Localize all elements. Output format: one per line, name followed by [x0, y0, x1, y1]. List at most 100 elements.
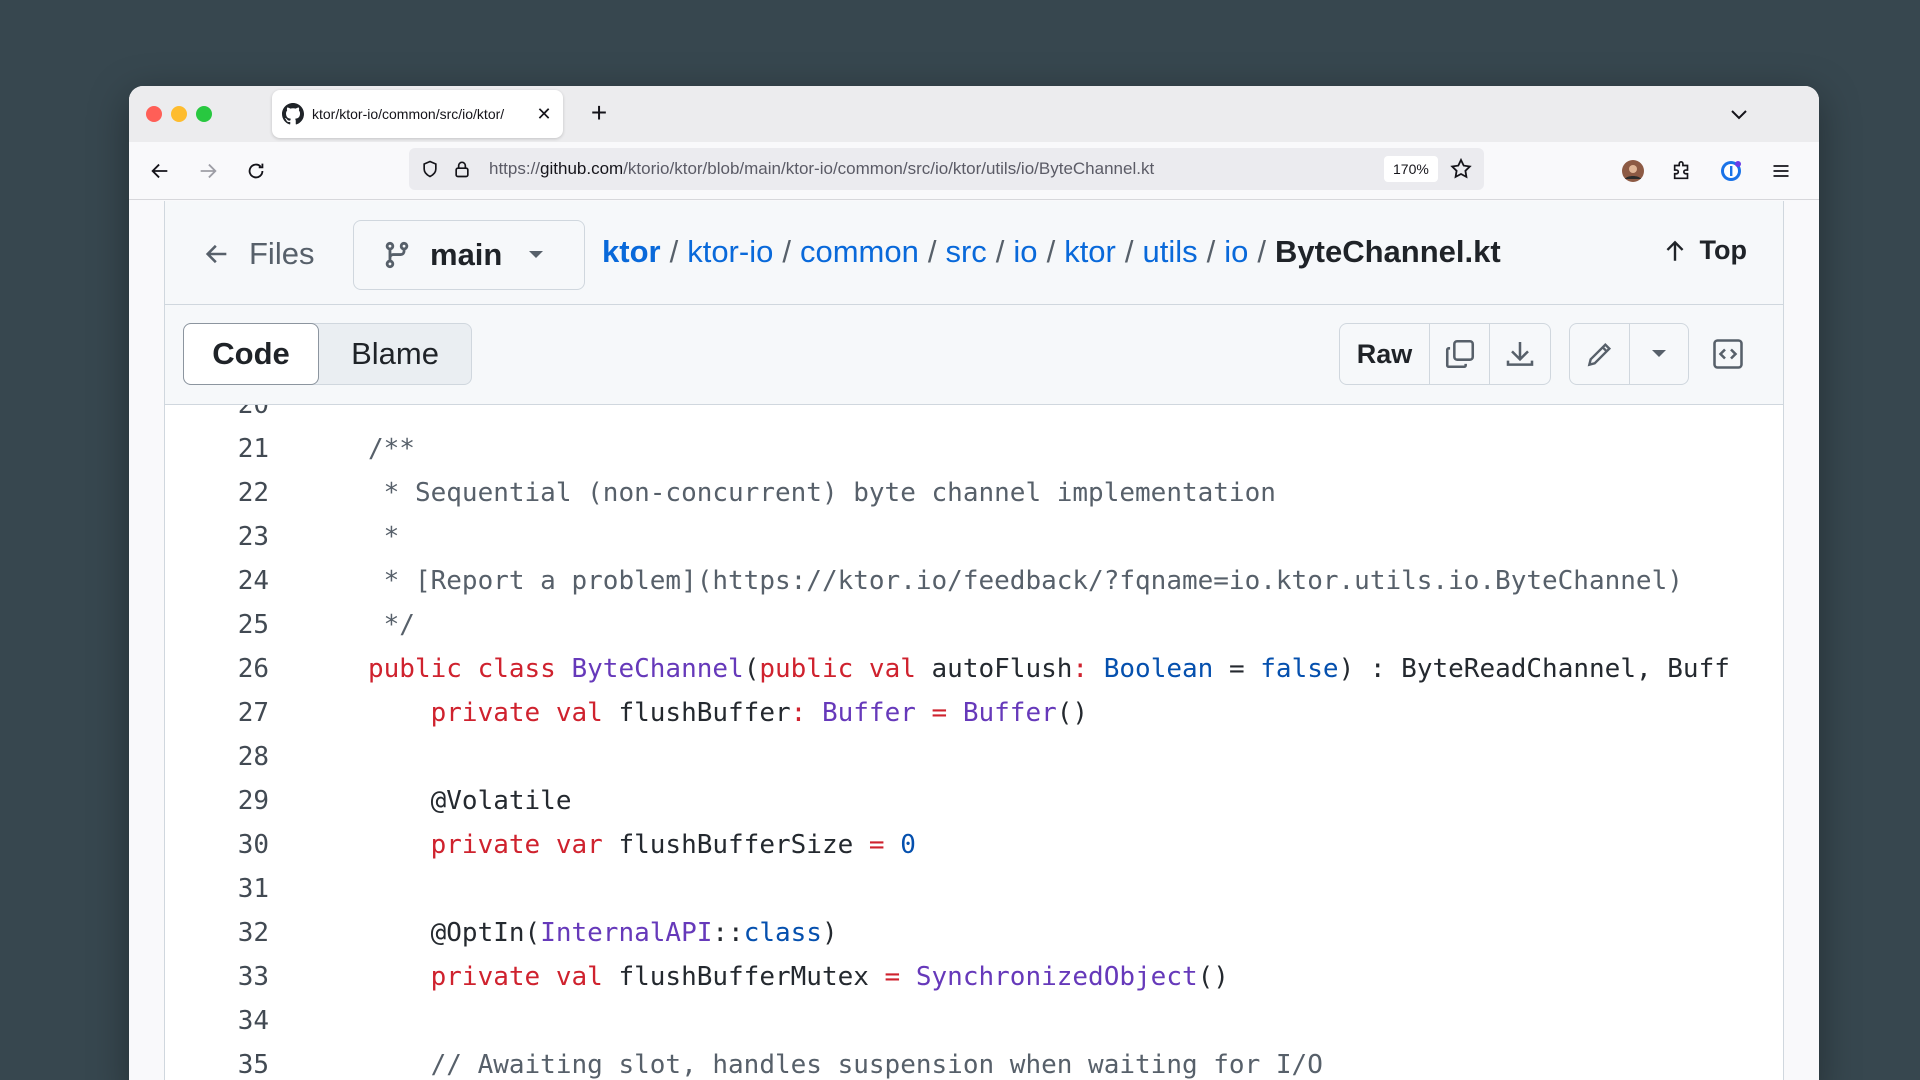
bookmark-star-icon[interactable] — [1449, 157, 1473, 181]
password-manager-button[interactable] — [1716, 156, 1746, 186]
git-branch-icon — [385, 241, 409, 269]
code-line: 22 * Sequential (non-concurrent) byte ch… — [165, 471, 1783, 515]
code-view: 20 21/** 22 * Sequential (non-concurrent… — [165, 405, 1783, 1080]
arrow-left-icon — [205, 244, 227, 264]
tab-strip: ktor/ktor-io/common/src/io/ktor/ ✕ + — [129, 86, 1819, 142]
forward-button[interactable] — [193, 156, 223, 186]
reload-button[interactable] — [241, 156, 271, 186]
github-file-view: Files main ktor / ktor-io / common / src / io / kt… — [164, 201, 1784, 1080]
code-line: 35 // Awaiting slot, handles suspension … — [165, 1043, 1783, 1080]
line-number[interactable]: 27 — [189, 691, 269, 735]
account-avatar[interactable] — [1618, 156, 1648, 186]
line-number[interactable]: 34 — [189, 999, 269, 1043]
puzzle-icon — [1673, 161, 1689, 180]
breadcrumb-src[interactable]: src — [945, 234, 986, 269]
url-text[interactable]: https://github.com/ktorio/ktor/blob/main… — [489, 159, 1154, 179]
breadcrumb-ktor-io[interactable]: ktor-io — [687, 234, 773, 269]
line-number[interactable]: 24 — [189, 559, 269, 603]
forward-arrow-icon — [200, 163, 217, 179]
code-line: 29 @Volatile — [165, 779, 1783, 823]
breadcrumb-utils[interactable]: utils — [1143, 234, 1198, 269]
back-button[interactable] — [145, 156, 175, 186]
code-square-icon — [1713, 339, 1743, 369]
code-line: 33 private val flushBufferMutex = Synchr… — [165, 955, 1783, 999]
back-arrow-icon — [151, 163, 168, 179]
code-line: 27 private val flushBuffer: Buffer = Buf… — [165, 691, 1783, 735]
copy-icon — [1445, 339, 1474, 369]
tab-list-chevron-icon[interactable] — [1727, 102, 1751, 126]
edit-file-button[interactable] — [1570, 324, 1630, 384]
copy-raw-button[interactable] — [1430, 324, 1490, 384]
tab-blame[interactable]: Blame — [319, 324, 471, 384]
code-line: 34 — [165, 999, 1783, 1043]
top-label: Top — [1699, 235, 1747, 265]
branch-selector[interactable]: main — [353, 220, 585, 290]
extensions-button[interactable] — [1667, 156, 1697, 186]
line-number[interactable]: 29 — [189, 779, 269, 823]
line-number[interactable]: 30 — [189, 823, 269, 867]
navigation-bar: https://github.com/ktorio/ktor/blob/main… — [129, 142, 1819, 200]
browser-window: ktor/ktor-io/common/src/io/ktor/ ✕ + htt… — [129, 86, 1819, 1080]
zoom-level-badge[interactable]: 170% — [1384, 156, 1438, 182]
symbols-panel-button[interactable] — [1697, 323, 1759, 385]
view-mode-toggle: Code Blame — [183, 323, 472, 385]
line-number[interactable]: 35 — [189, 1043, 269, 1080]
code-line: 31 — [165, 867, 1783, 911]
line-number[interactable]: 28 — [189, 735, 269, 779]
line-number[interactable]: 23 — [189, 515, 269, 559]
tab-close-icon[interactable]: ✕ — [535, 104, 553, 125]
tab-code[interactable]: Code — [183, 323, 319, 385]
reload-icon — [248, 163, 264, 179]
breadcrumb: ktor / ktor-io / common / src / io / ktor / utils / io… — [602, 234, 1501, 269]
code-line: 30 private var flushBufferSize = 0 — [165, 823, 1783, 867]
tab-title: ktor/ktor-io/common/src/io/ktor/ — [312, 106, 505, 122]
line-number[interactable]: 32 — [189, 911, 269, 955]
line-number[interactable]: 26 — [189, 647, 269, 691]
file-toolbar: Code Blame Raw — [165, 305, 1783, 405]
line-number[interactable]: 21 — [189, 427, 269, 471]
shield-icon[interactable] — [419, 158, 441, 180]
download-icon — [1506, 342, 1534, 366]
branch-name: main — [430, 237, 503, 272]
github-icon — [282, 103, 304, 125]
line-number[interactable]: 33 — [189, 955, 269, 999]
lock-icon[interactable] — [451, 158, 473, 180]
line-number[interactable]: 25 — [189, 603, 269, 647]
window-close-button[interactable] — [146, 106, 162, 122]
raw-button[interactable]: Raw — [1340, 324, 1430, 384]
code-line: 24 * [Report a problem](https://ktor.io/… — [165, 559, 1783, 603]
edit-options-dropdown[interactable] — [1630, 324, 1688, 384]
breadcrumb-io-2[interactable]: io — [1224, 234, 1248, 269]
browser-tab-active[interactable]: ktor/ktor-io/common/src/io/ktor/ ✕ — [272, 90, 563, 138]
window-maximize-button[interactable] — [196, 106, 212, 122]
code-line: 26 public class ByteChannel(public val au… — [165, 647, 1783, 691]
breadcrumb-io[interactable]: io — [1013, 234, 1037, 269]
new-tab-button[interactable]: + — [581, 96, 617, 132]
menu-button[interactable] — [1766, 156, 1796, 186]
url-bar[interactable]: https://github.com/ktorio/ktor/blob/main… — [409, 148, 1484, 190]
code-line: 25 */ — [165, 603, 1783, 647]
pencil-icon — [1587, 342, 1611, 367]
file-header: Files main ktor / ktor-io / common / src / io / kt… — [165, 201, 1783, 305]
code-line: 23 * — [165, 515, 1783, 559]
arrow-up-icon — [1666, 240, 1683, 261]
caret-down-icon — [1652, 350, 1666, 357]
window-minimize-button[interactable] — [171, 106, 187, 122]
password-key-icon — [1721, 161, 1741, 181]
line-number[interactable]: 31 — [189, 867, 269, 911]
breadcrumb-common[interactable]: common — [800, 234, 919, 269]
top-button[interactable]: Top — [1662, 235, 1747, 266]
raw-copy-download-group: Raw — [1339, 323, 1551, 385]
line-number[interactable]: 22 — [189, 471, 269, 515]
avatar-icon — [1622, 160, 1644, 182]
caret-down-icon — [529, 251, 544, 258]
code-line: 28 — [165, 735, 1783, 779]
breadcrumb-ktor-root[interactable]: ktor — [602, 234, 661, 269]
edit-group — [1569, 323, 1689, 385]
breadcrumb-file-name: ByteChannel.kt — [1275, 234, 1501, 269]
files-back-button[interactable]: Files — [203, 236, 314, 272]
breadcrumb-ktor[interactable]: ktor — [1064, 234, 1116, 269]
hamburger-menu-icon — [1773, 165, 1789, 177]
download-raw-button[interactable] — [1490, 324, 1550, 384]
code-line: 21/** — [165, 427, 1783, 471]
